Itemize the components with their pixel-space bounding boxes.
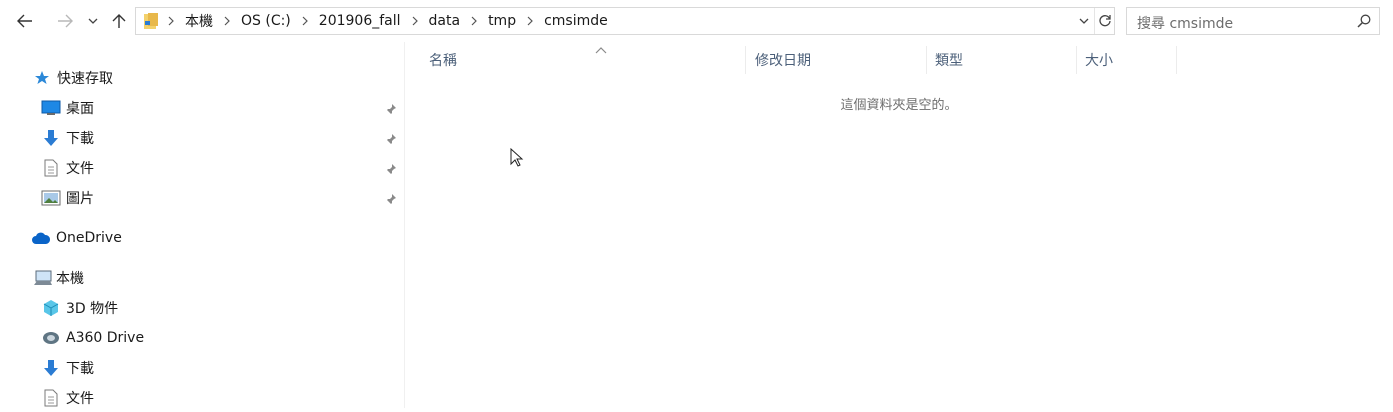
chevron-right-icon[interactable] (164, 16, 178, 26)
breadcrumb-item-data[interactable]: data (422, 13, 468, 29)
search-placeholder: 搜尋 cmsimde (1137, 16, 1234, 32)
document-icon (41, 158, 61, 178)
sidebar-item-label: 桌面 (66, 101, 94, 117)
navigation-pane: 快速存取 桌面 下載 文件 圖片 OneDrive 本機 3D 物件 A360 … (0, 42, 405, 408)
sidebar-item-label: 文件 (66, 391, 94, 407)
sidebar-item-downloads-pc[interactable]: 下載 (41, 354, 94, 382)
sidebar-item-label: 下載 (66, 131, 94, 147)
a360-drive-icon (41, 328, 61, 348)
column-header-label: 大小 (1085, 53, 1113, 69)
download-icon (41, 358, 61, 378)
sidebar-item-label: 快速存取 (57, 71, 113, 87)
sidebar-item-onedrive[interactable]: OneDrive (31, 224, 122, 252)
column-header-name[interactable]: 名稱 (421, 46, 746, 74)
breadcrumb-item-201906-fall[interactable]: 201906_fall (312, 13, 408, 29)
pin-icon[interactable] (383, 131, 399, 147)
search-box[interactable]: 搜尋 cmsimde (1126, 7, 1380, 35)
onedrive-cloud-icon (31, 228, 51, 248)
chevron-down-icon (1079, 18, 1089, 24)
up-button[interactable] (108, 8, 130, 34)
search-icon (1357, 14, 1371, 28)
column-header-date-modified[interactable]: 修改日期 (747, 46, 927, 74)
column-header-size[interactable]: 大小 (1077, 46, 1177, 74)
sidebar-item-label: 3D 物件 (66, 301, 119, 317)
navigation-bar: 本機 OS (C:) 201906_fall data tmp cmsimde … (0, 0, 1393, 42)
sidebar-item-label: 文件 (66, 161, 94, 177)
sidebar-item-pictures[interactable]: 圖片 (41, 184, 94, 212)
sidebar-item-label: 本機 (56, 271, 84, 287)
arrow-left-icon (17, 14, 32, 28)
column-header-label: 修改日期 (755, 53, 811, 69)
download-icon (41, 128, 61, 148)
sidebar-item-desktop[interactable]: 桌面 (41, 94, 94, 122)
sort-ascending-icon (595, 47, 607, 54)
folder-icon (144, 13, 158, 29)
document-icon (41, 388, 61, 408)
address-history-button[interactable] (1076, 13, 1092, 29)
mouse-cursor-icon (510, 148, 524, 167)
sidebar-item-this-pc[interactable]: 本機 (33, 264, 84, 292)
sidebar-item-3d-objects[interactable]: 3D 物件 (41, 294, 118, 322)
sidebar-item-label: 圖片 (66, 191, 94, 207)
3d-objects-icon (41, 298, 61, 318)
file-list[interactable]: 名稱 修改日期 類型 大小 這個資料夾是空的。 (405, 42, 1393, 408)
breadcrumb: 本機 OS (C:) 201906_fall data tmp cmsimde (164, 8, 615, 34)
star-icon (33, 68, 51, 88)
column-header-label: 類型 (935, 53, 963, 69)
computer-icon (33, 268, 53, 288)
breadcrumb-item-tmp[interactable]: tmp (481, 13, 523, 29)
sidebar-item-label: 下載 (66, 361, 94, 377)
sidebar-item-label: OneDrive (56, 230, 122, 246)
refresh-button[interactable] (1094, 8, 1114, 34)
sidebar-item-downloads[interactable]: 下載 (41, 124, 94, 152)
column-header-label: 名稱 (429, 53, 457, 69)
back-button[interactable] (12, 8, 38, 34)
vertical-scrollbar[interactable] (1388, 42, 1393, 408)
breadcrumb-item-drive-c[interactable]: OS (C:) (234, 13, 298, 29)
pin-icon[interactable] (383, 101, 399, 117)
empty-folder-message: 這個資料夾是空的。 (840, 98, 958, 113)
chevron-right-icon[interactable] (220, 16, 234, 26)
chevron-right-icon[interactable] (523, 16, 537, 26)
sidebar-item-label: A360 Drive (66, 330, 145, 346)
address-bar[interactable]: 本機 OS (C:) 201906_fall data tmp cmsimde (135, 7, 1115, 35)
breadcrumb-item-this-pc[interactable]: 本機 (178, 11, 220, 31)
pin-icon[interactable] (383, 191, 399, 207)
chevron-right-icon[interactable] (298, 16, 312, 26)
recent-locations-button[interactable] (84, 8, 102, 34)
breadcrumb-item-cmsimde[interactable]: cmsimde (537, 13, 615, 29)
arrow-up-icon (112, 14, 126, 28)
pictures-icon (41, 188, 61, 208)
pin-icon[interactable] (383, 161, 399, 177)
column-header-type[interactable]: 類型 (927, 46, 1077, 74)
sidebar-item-documents[interactable]: 文件 (41, 154, 94, 182)
refresh-icon (1098, 15, 1111, 27)
sidebar-item-a360-drive[interactable]: A360 Drive (41, 324, 144, 352)
desktop-icon (41, 98, 61, 118)
forward-button[interactable] (52, 8, 78, 34)
sidebar-item-quick-access[interactable]: 快速存取 (33, 64, 113, 92)
arrow-right-icon (58, 14, 73, 28)
chevron-right-icon[interactable] (408, 16, 422, 26)
chevron-down-icon (88, 18, 98, 24)
chevron-right-icon[interactable] (467, 16, 481, 26)
